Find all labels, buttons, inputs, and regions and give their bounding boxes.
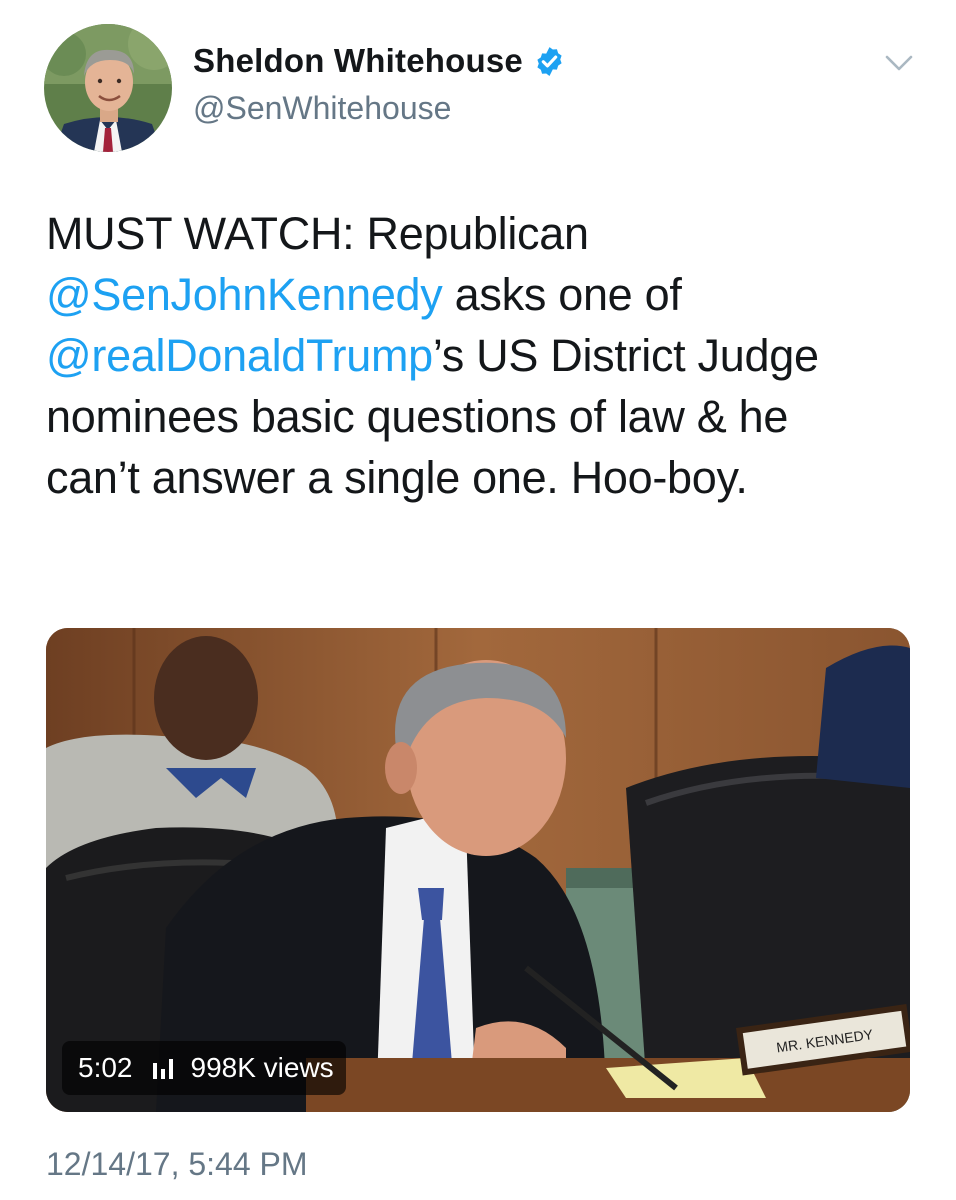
tweet-text-line: @realDonaldTrump’s US District Judge — [46, 325, 926, 386]
tweet-text-segment: ’s US District Judge — [432, 330, 819, 381]
video-view-count: 998K views — [190, 1052, 334, 1083]
view-count-bars-icon — [152, 1059, 173, 1079]
author-handle[interactable]: @SenWhitehouse — [193, 90, 451, 127]
tweet-text-line: MUST WATCH: Republican — [46, 203, 926, 264]
avatar[interactable] — [44, 24, 172, 152]
mention-link[interactable]: @SenJohnKennedy — [46, 269, 443, 320]
video-duration: 5:02 — [78, 1052, 133, 1083]
tweet-text-line: nominees basic questions of law & he — [46, 386, 926, 447]
video-thumbnail: MR. KENNEDY — [46, 628, 910, 1112]
author-name-row: Sheldon Whitehouse — [193, 42, 566, 80]
avatar-photo — [44, 24, 172, 152]
tweet-timestamp[interactable]: 12/14/17, 5:44 PM — [46, 1146, 308, 1183]
mention-link[interactable]: @realDonaldTrump — [46, 330, 433, 381]
tweet-text: MUST WATCH: Republican @SenJohnKennedy as… — [46, 203, 926, 508]
tweet-text-segment: can’t answer a single one. Hoo-boy. — [46, 452, 748, 503]
video-player[interactable]: MR. KENNEDY — [46, 628, 910, 1112]
tweet-text-line: can’t answer a single one. Hoo-boy. — [46, 447, 926, 508]
author-display-name[interactable]: Sheldon Whitehouse — [193, 42, 523, 80]
chevron-down-icon[interactable] — [884, 52, 914, 74]
video-info-badge: 5:02 998K views — [62, 1041, 346, 1095]
tweet-text-line: @SenJohnKennedy asks one of — [46, 264, 926, 325]
tweet-text-segment: asks one of — [442, 269, 682, 320]
tweet-text-segment: nominees basic questions of law & he — [46, 391, 789, 442]
tweet-text-segment: MUST WATCH: Republican — [46, 208, 589, 259]
verified-badge-icon — [537, 46, 562, 76]
